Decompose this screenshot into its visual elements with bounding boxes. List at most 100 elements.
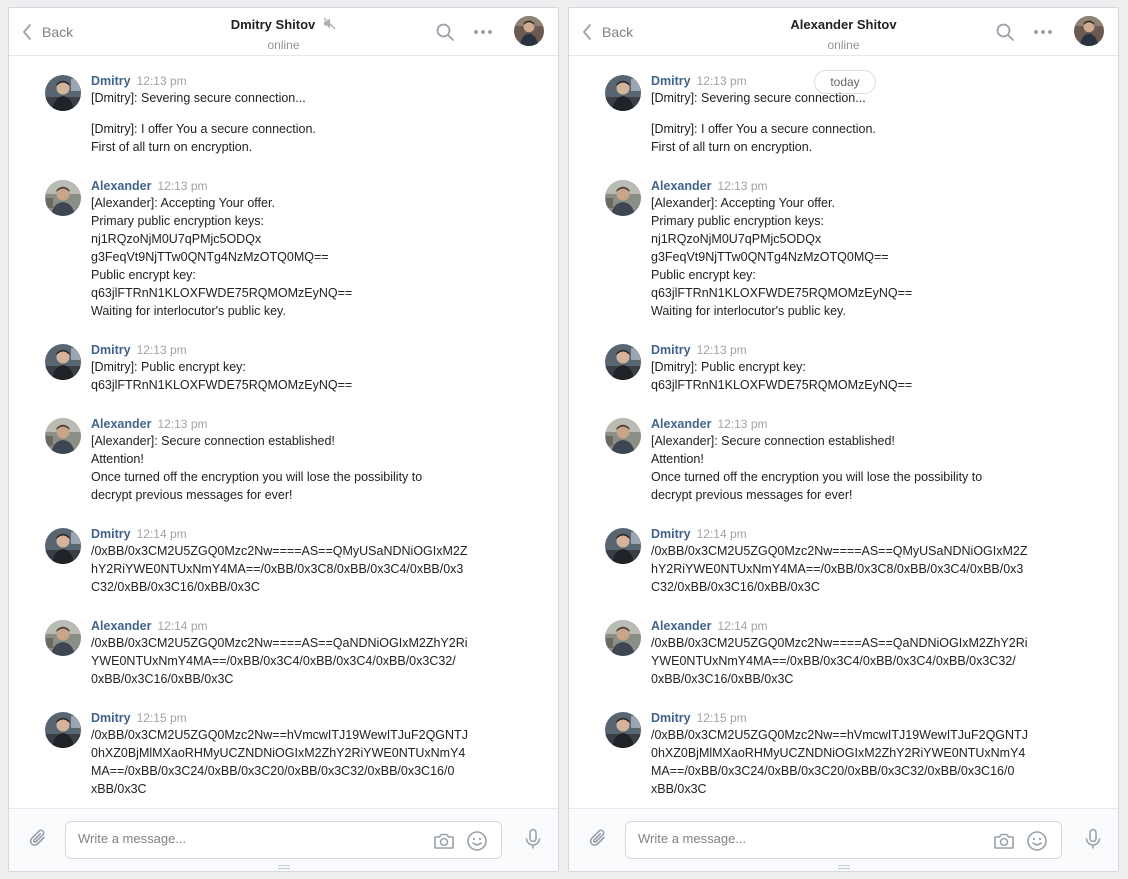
message-text: /0xBB/0x3CM2U5ZGQ0Mzc2Nw====AS==QMyUSaND… bbox=[651, 542, 1065, 596]
avatar[interactable] bbox=[605, 180, 641, 216]
message-author[interactable]: Alexander bbox=[651, 417, 711, 431]
message-author[interactable]: Dmitry bbox=[91, 711, 131, 725]
message-line: 0xBB/0x3C16/0xBB/0x3C bbox=[91, 672, 234, 686]
message-time[interactable]: 12:15 pm bbox=[697, 711, 747, 725]
message-time[interactable]: 12:13 pm bbox=[137, 343, 187, 357]
message-time[interactable]: 12:13 pm bbox=[157, 179, 207, 193]
avatar[interactable] bbox=[45, 712, 81, 748]
message-line: First of all turn on encryption. bbox=[91, 140, 253, 154]
avatar[interactable] bbox=[605, 620, 641, 656]
message-author[interactable]: Alexander bbox=[91, 417, 151, 431]
message-input[interactable] bbox=[638, 831, 978, 846]
message-text: /0xBB/0x3CM2U5ZGQ0Mzc2Nw==hVmcwITJ19WewI… bbox=[651, 726, 1065, 798]
microphone-icon[interactable] bbox=[521, 827, 545, 851]
smile-icon[interactable] bbox=[465, 829, 489, 853]
avatar[interactable] bbox=[45, 418, 81, 454]
search-icon[interactable] bbox=[993, 20, 1017, 44]
camera-icon[interactable] bbox=[992, 829, 1016, 853]
message-line: /0xBB/0x3CM2U5ZGQ0Mzc2Nw====AS==QaNDNiOG… bbox=[651, 636, 1028, 650]
message-line: g3FeqVt9NjTTw0QNTg4NzMzOTQ0MQ== bbox=[651, 250, 889, 264]
message-line: /0xBB/0x3CM2U5ZGQ0Mzc2Nw====AS==QaNDNiOG… bbox=[91, 636, 468, 650]
resize-handle[interactable] bbox=[278, 865, 290, 869]
search-icon[interactable] bbox=[433, 20, 457, 44]
message-author[interactable]: Alexander bbox=[651, 619, 711, 633]
message-time[interactable]: 12:13 pm bbox=[717, 417, 767, 431]
message-line: [Dmitry]: Public encrypt key: bbox=[651, 360, 806, 374]
message-line: hY2RiYWE0NTUxNmY4MA==/0xBB/0x3C8/0xBB/0x… bbox=[91, 562, 464, 576]
avatar[interactable] bbox=[45, 180, 81, 216]
message-time[interactable]: 12:14 pm bbox=[137, 527, 187, 541]
avatar[interactable] bbox=[45, 620, 81, 656]
message-line: /0xBB/0x3CM2U5ZGQ0Mzc2Nw====AS==QMyUSaND… bbox=[91, 544, 468, 558]
message-line: q63jlFTRnN1KLOXFWDE75RQMOMzEyNQ== bbox=[91, 378, 353, 392]
message-time[interactable]: 12:14 pm bbox=[717, 619, 767, 633]
message-history[interactable]: today Dmitry 12:13 pm [Dmitry]: Severing s… bbox=[569, 64, 1118, 810]
message-author[interactable]: Dmitry bbox=[651, 343, 691, 357]
message-line: Attention! bbox=[91, 452, 144, 466]
message-author[interactable]: Dmitry bbox=[91, 74, 131, 88]
back-label: Back bbox=[602, 24, 634, 40]
avatar[interactable] bbox=[605, 528, 641, 564]
message-group: Alexander 12:13 pm [Alexander]: Accepting … bbox=[45, 177, 505, 320]
message-input[interactable] bbox=[78, 831, 418, 846]
avatar[interactable] bbox=[45, 75, 81, 111]
message-author[interactable]: Alexander bbox=[651, 179, 711, 193]
message-time[interactable]: 12:13 pm bbox=[717, 179, 767, 193]
message-time[interactable]: 12:13 pm bbox=[157, 417, 207, 431]
avatar[interactable] bbox=[45, 344, 81, 380]
chat-header: Back Alexander Shitov online bbox=[569, 8, 1118, 56]
header-avatar[interactable] bbox=[1074, 16, 1104, 46]
message-line: q63jlFTRnN1KLOXFWDE75RQMOMzEyNQ== bbox=[651, 286, 913, 300]
chevron-left-icon bbox=[583, 24, 591, 40]
message-text: [Alexander]: Secure connection establish… bbox=[91, 432, 505, 504]
message-time[interactable]: 12:14 pm bbox=[697, 527, 747, 541]
message-input-box[interactable] bbox=[625, 821, 1062, 859]
message-time[interactable]: 12:13 pm bbox=[697, 343, 747, 357]
avatar[interactable] bbox=[605, 75, 641, 111]
message-time[interactable]: 12:13 pm bbox=[697, 74, 747, 88]
message-time[interactable]: 12:13 pm bbox=[137, 74, 187, 88]
more-dots-icon[interactable] bbox=[471, 20, 495, 44]
message-line: [Dmitry]: I offer You a secure connectio… bbox=[91, 122, 316, 136]
message-author[interactable]: Dmitry bbox=[651, 527, 691, 541]
message-text: [Dmitry]: I offer You a secure connectio… bbox=[91, 120, 505, 156]
message-author[interactable]: Dmitry bbox=[651, 711, 691, 725]
chat-title[interactable]: Alexander Shitov bbox=[790, 17, 896, 32]
avatar[interactable] bbox=[605, 712, 641, 748]
message-line: C32/0xBB/0x3C16/0xBB/0x3C bbox=[651, 580, 820, 594]
back-button[interactable]: Back bbox=[22, 20, 73, 44]
message-author[interactable]: Alexander bbox=[91, 619, 151, 633]
header-avatar[interactable] bbox=[514, 16, 544, 46]
message-line: hY2RiYWE0NTUxNmY4MA==/0xBB/0x3C8/0xBB/0x… bbox=[651, 562, 1024, 576]
paperclip-icon[interactable] bbox=[27, 827, 51, 851]
message-history[interactable]: Dmitry 12:13 pm [Dmitry]: Severing secure … bbox=[9, 64, 558, 810]
message-author[interactable]: Alexander bbox=[91, 179, 151, 193]
microphone-icon[interactable] bbox=[1081, 827, 1105, 851]
message-author[interactable]: Dmitry bbox=[91, 527, 131, 541]
message-line: q63jlFTRnN1KLOXFWDE75RQMOMzEyNQ== bbox=[651, 378, 913, 392]
back-label: Back bbox=[42, 24, 74, 40]
resize-handle[interactable] bbox=[838, 865, 850, 869]
message-time[interactable]: 12:15 pm bbox=[137, 711, 187, 725]
message-line: C32/0xBB/0x3C16/0xBB/0x3C bbox=[91, 580, 260, 594]
back-button[interactable]: Back bbox=[582, 20, 633, 44]
message-group: Dmitry 12:13 pm [Dmitry]: Public encrypt k… bbox=[45, 341, 505, 394]
avatar[interactable] bbox=[45, 528, 81, 564]
message-group: Alexander 12:13 pm [Alexander]: Accepting … bbox=[605, 177, 1065, 320]
message-text: [Dmitry]: Public encrypt key: q63jlFTRnN1… bbox=[91, 358, 505, 394]
message-line: Waiting for interlocutor's public key. bbox=[651, 304, 846, 318]
chat-title[interactable]: Dmitry Shitov bbox=[231, 17, 316, 32]
message-group: Dmitry 12:14 pm/0xBB/0x3CM2U5ZGQ0Mzc2Nw==… bbox=[45, 525, 505, 596]
message-author[interactable]: Dmitry bbox=[651, 74, 691, 88]
paperclip-icon[interactable] bbox=[587, 827, 611, 851]
message-author[interactable]: Dmitry bbox=[91, 343, 131, 357]
message-time[interactable]: 12:14 pm bbox=[157, 619, 207, 633]
message-input-box[interactable] bbox=[65, 821, 502, 859]
chevron-left-icon bbox=[23, 24, 31, 40]
message-line: MA==/0xBB/0x3C24/0xBB/0x3C20/0xBB/0x3C32… bbox=[651, 764, 1015, 778]
avatar[interactable] bbox=[605, 418, 641, 454]
more-dots-icon[interactable] bbox=[1031, 20, 1055, 44]
smile-icon[interactable] bbox=[1025, 829, 1049, 853]
camera-icon[interactable] bbox=[432, 829, 456, 853]
avatar[interactable] bbox=[605, 344, 641, 380]
